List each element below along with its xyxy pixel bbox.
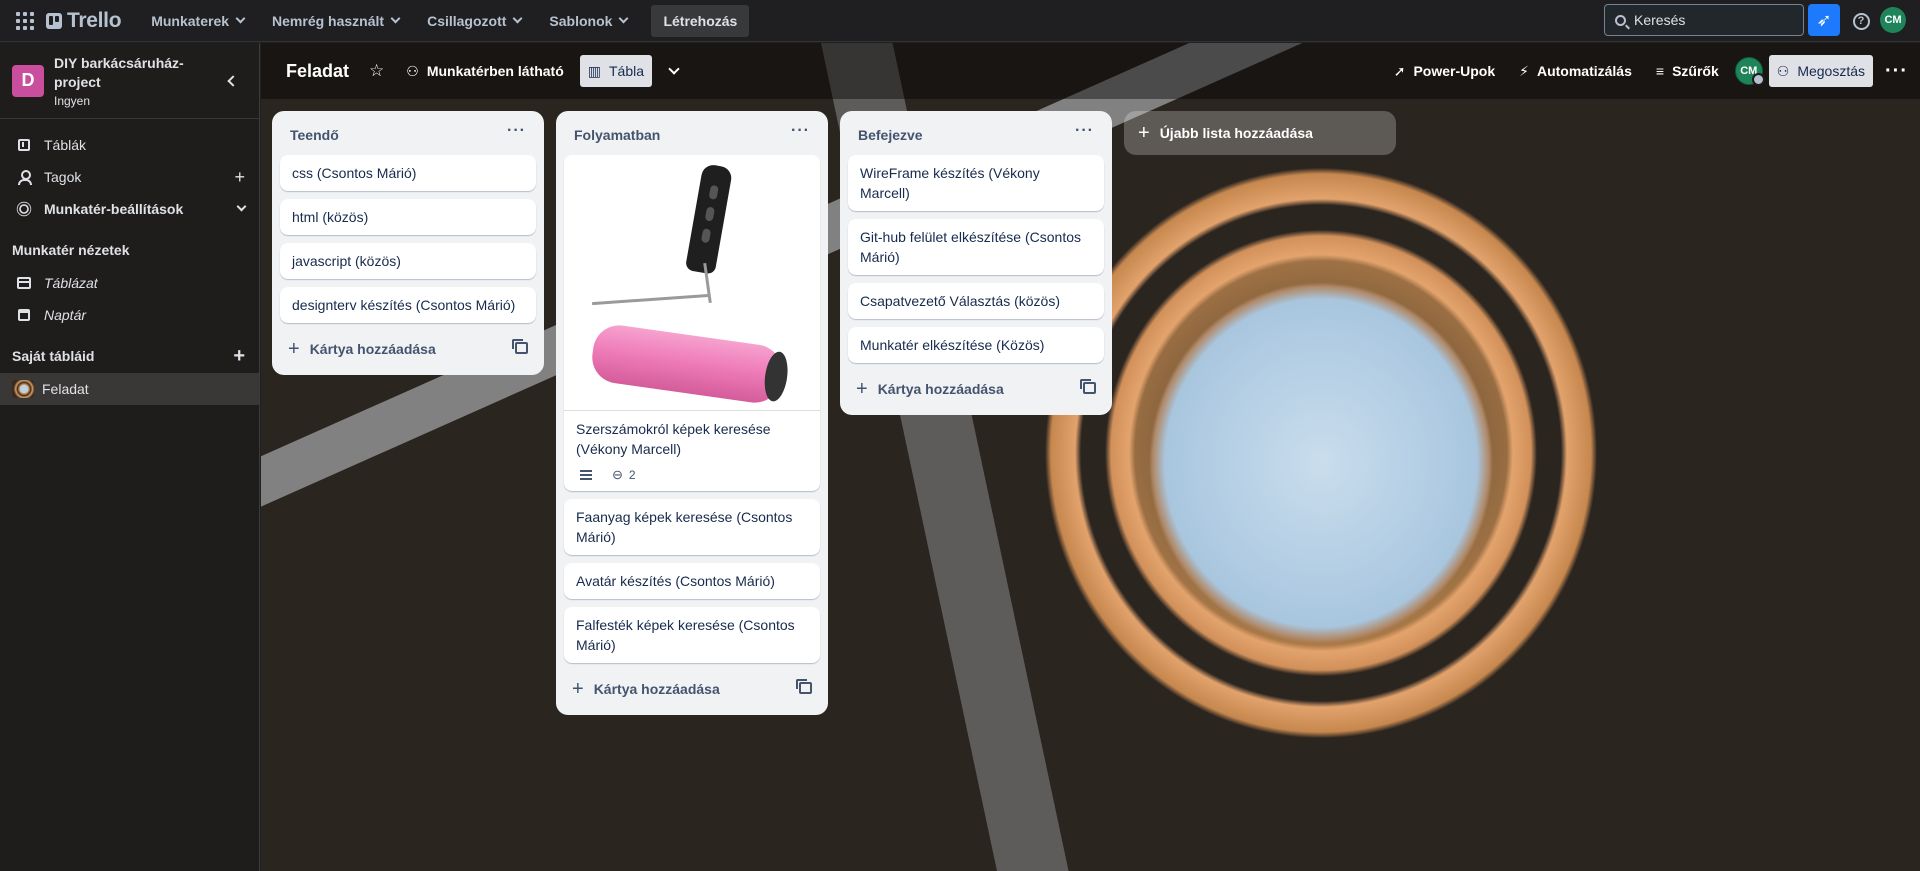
paint-roller-handle bbox=[684, 163, 734, 275]
share-button[interactable]: ⚇ Megosztás bbox=[1768, 55, 1874, 87]
list-title[interactable]: Teendő bbox=[290, 127, 339, 143]
app-switcher-icon[interactable] bbox=[14, 10, 36, 32]
card-with-cover[interactable]: Szerszámokról képek keresése (Vékony Mar… bbox=[564, 155, 820, 491]
board-thumbnail bbox=[12, 380, 34, 398]
card[interactable]: Csapatvezető Választás (közös) bbox=[848, 283, 1104, 319]
card[interactable]: css (Csontos Márió) bbox=[280, 155, 536, 191]
search-icon bbox=[1615, 14, 1626, 26]
rocket-icon: ➚ bbox=[1393, 62, 1406, 79]
account-avatar[interactable]: CM bbox=[1880, 7, 1906, 33]
powerups-button[interactable]: ➚ Power-Upok bbox=[1386, 55, 1503, 87]
plus-icon: + bbox=[572, 678, 584, 700]
card[interactable]: Faanyag képek keresése (Csontos Márió) bbox=[564, 499, 820, 555]
attachment-count: 2 bbox=[628, 468, 636, 482]
card-template-icon[interactable] bbox=[512, 339, 528, 354]
paint-roller bbox=[588, 322, 786, 406]
trello-mark-icon bbox=[46, 12, 62, 29]
chevron-down-icon bbox=[390, 13, 401, 24]
calendar-icon bbox=[18, 309, 30, 321]
workspace-icon[interactable]: D bbox=[12, 64, 44, 97]
chevron-down-icon bbox=[512, 13, 523, 24]
board-header: Feladat ☆ ⚇ Munkatérben látható ▥ Tábla ➚ P… bbox=[261, 43, 1920, 99]
add-member-icon[interactable]: + bbox=[234, 168, 245, 186]
card[interactable]: Falfesték képek keresése (Csontos Márió) bbox=[564, 607, 820, 663]
description-icon bbox=[580, 470, 592, 480]
list-menu-icon[interactable]: ··· bbox=[791, 123, 810, 139]
search-input[interactable]: Keresés bbox=[1604, 4, 1804, 36]
card[interactable]: designterv készítés (Csontos Márió) bbox=[280, 287, 536, 323]
chevron-down-icon bbox=[618, 13, 629, 24]
help-icon[interactable]: ? bbox=[1846, 6, 1876, 36]
add-board-icon[interactable]: + bbox=[233, 345, 245, 368]
card-template-icon[interactable] bbox=[1080, 379, 1096, 394]
add-card-button[interactable]: + Kártya hozzáadása bbox=[848, 371, 1104, 407]
board-icon bbox=[18, 139, 30, 151]
sidebar: D DIY barkácsáruház-project Ingyen Táblá… bbox=[0, 43, 260, 871]
sidebar-item-calendar-view[interactable]: Naptár bbox=[0, 299, 259, 331]
collapse-sidebar-icon[interactable] bbox=[227, 74, 239, 87]
visibility-button[interactable]: ⚇ Munkatérben látható bbox=[398, 55, 571, 87]
paperclip-icon: ⊘ bbox=[608, 465, 627, 484]
board-view-icon: ▥ bbox=[587, 62, 601, 79]
create-button[interactable]: Létrehozás bbox=[651, 4, 750, 37]
chevron-down-icon[interactable] bbox=[668, 63, 680, 75]
member-avatar[interactable]: CM bbox=[1734, 57, 1765, 86]
chevron-down-icon[interactable] bbox=[236, 201, 247, 212]
card[interactable]: Avatár készítés (Csontos Márió) bbox=[564, 563, 820, 599]
list-folyamatban: Folyamatban ··· Szerszámokról képek keres… bbox=[556, 111, 828, 715]
menu-recent[interactable]: Nemrég használt bbox=[262, 5, 409, 37]
list-teendo: Teendő ··· css (Csontos Márió) html (közö… bbox=[272, 111, 544, 375]
menu-workspaces[interactable]: Munkaterek bbox=[141, 5, 254, 37]
filters-button[interactable]: ≡ Szűrők bbox=[1648, 55, 1727, 87]
notifications-icon[interactable]: ➶ bbox=[1808, 4, 1840, 36]
table-icon bbox=[17, 277, 31, 289]
menu-templates[interactable]: Sablonok bbox=[539, 5, 637, 37]
card-title: Szerszámokról képek keresése (Vékony Mar… bbox=[576, 421, 771, 457]
menu-starred[interactable]: Csillagozott bbox=[417, 5, 531, 37]
sidebar-board-feladat[interactable]: Feladat bbox=[0, 373, 259, 405]
workspace-views-heading: Munkatér nézetek bbox=[12, 242, 130, 258]
add-card-button[interactable]: + Kártya hozzáadása bbox=[564, 671, 820, 707]
card-template-icon[interactable] bbox=[796, 679, 812, 694]
card-cover-image bbox=[564, 155, 820, 411]
workspace-name[interactable]: DIY barkácsáruház-project bbox=[54, 54, 184, 92]
workspace-plan: Ingyen bbox=[54, 93, 91, 108]
card-badges: ⊘ 2 bbox=[576, 465, 808, 485]
people-icon: ⚇ bbox=[406, 62, 419, 79]
card[interactable]: html (közös) bbox=[280, 199, 536, 235]
automation-button[interactable]: ⚡ Automatizálás bbox=[1511, 55, 1640, 87]
sidebar-item-settings[interactable]: Munkatér-beállítások bbox=[0, 193, 259, 225]
list-title[interactable]: Folyamatban bbox=[574, 127, 660, 143]
plus-icon: + bbox=[288, 338, 300, 360]
sidebar-item-table-view[interactable]: Táblázat bbox=[0, 267, 259, 299]
user-icon bbox=[18, 170, 32, 185]
star-icon[interactable]: ☆ bbox=[369, 61, 384, 81]
sidebar-item-boards[interactable]: Táblák bbox=[0, 129, 259, 161]
card[interactable]: WireFrame készítés (Vékony Marcell) bbox=[848, 155, 1104, 211]
board-canvas: Feladat ☆ ⚇ Munkatérben látható ▥ Tábla ➚ P… bbox=[261, 43, 1920, 871]
card[interactable]: Munkatér elkészítése (Közös) bbox=[848, 327, 1104, 363]
sidebar-item-members[interactable]: Tagok + bbox=[0, 161, 259, 193]
workspace-header: D DIY barkácsáruház-project Ingyen bbox=[0, 43, 259, 119]
card[interactable]: javascript (közös) bbox=[280, 243, 536, 279]
your-boards-heading: Saját tábláid + bbox=[12, 345, 245, 368]
list-title[interactable]: Befejezve bbox=[858, 127, 923, 143]
board-title[interactable]: Feladat bbox=[286, 61, 349, 82]
chevron-down-icon bbox=[235, 13, 246, 24]
trello-logo[interactable]: Trello bbox=[46, 9, 122, 33]
card[interactable]: Git-hub felület elkészítése (Csontos Már… bbox=[848, 219, 1104, 275]
list-menu-icon[interactable]: ··· bbox=[507, 123, 526, 139]
gear-icon bbox=[19, 204, 29, 214]
lightning-icon: ⚡ bbox=[1519, 62, 1529, 79]
plus-icon: + bbox=[856, 378, 868, 400]
add-list-button[interactable]: + Újabb lista hozzáadása bbox=[1124, 111, 1396, 155]
add-user-icon: ⚇ bbox=[1776, 62, 1790, 79]
more-options-icon[interactable]: ··· bbox=[1885, 61, 1908, 81]
view-board-button[interactable]: ▥ Tábla bbox=[579, 55, 653, 87]
plus-icon: + bbox=[1138, 122, 1150, 144]
add-card-button[interactable]: + Kártya hozzáadása bbox=[280, 331, 536, 367]
list-menu-icon[interactable]: ··· bbox=[1075, 123, 1094, 139]
filter-icon: ≡ bbox=[1655, 63, 1665, 79]
list-befejezve: Befejezve ··· WireFrame készítés (Vékony … bbox=[840, 111, 1112, 415]
